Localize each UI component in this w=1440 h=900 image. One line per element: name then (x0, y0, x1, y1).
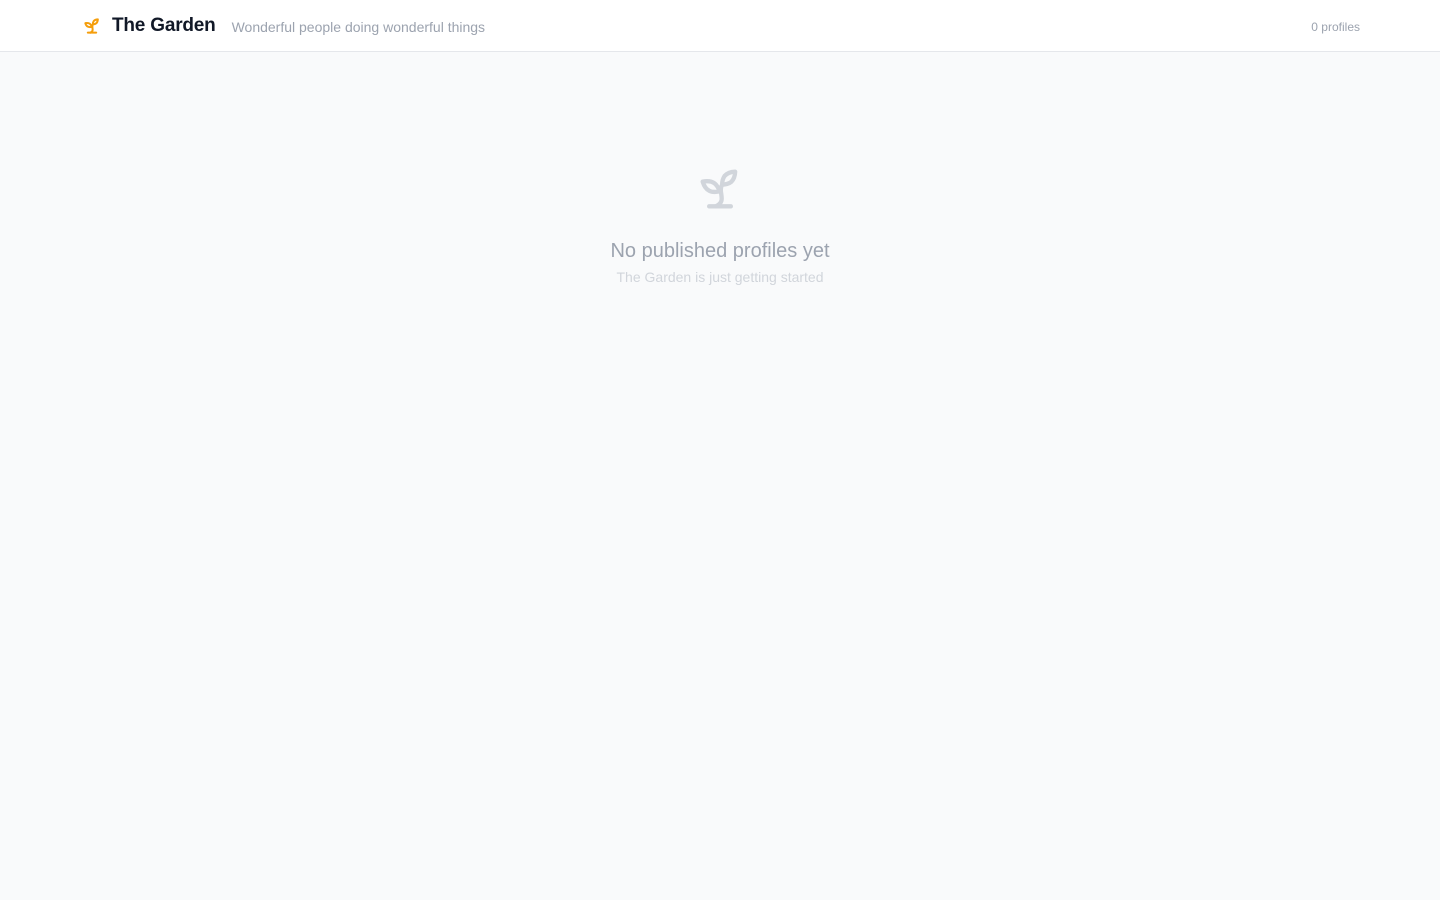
empty-state: No published profiles yet The Garden is … (0, 160, 1440, 286)
brand[interactable]: The Garden Wonderful people doing wonder… (82, 0, 485, 52)
seedling-icon (694, 160, 746, 218)
site-tagline: Wonderful people doing wonderful things (231, 18, 486, 35)
site-title: The Garden (112, 15, 216, 36)
empty-state-title: No published profiles yet (610, 240, 830, 262)
top-header: The Garden Wonderful people doing wonder… (0, 0, 1440, 52)
profile-count: 0 profiles (1311, 20, 1360, 34)
empty-state-subtitle: The Garden is just getting started (616, 269, 824, 285)
main-content: No published profiles yet The Garden is … (0, 52, 1440, 900)
seedling-icon (82, 15, 102, 37)
